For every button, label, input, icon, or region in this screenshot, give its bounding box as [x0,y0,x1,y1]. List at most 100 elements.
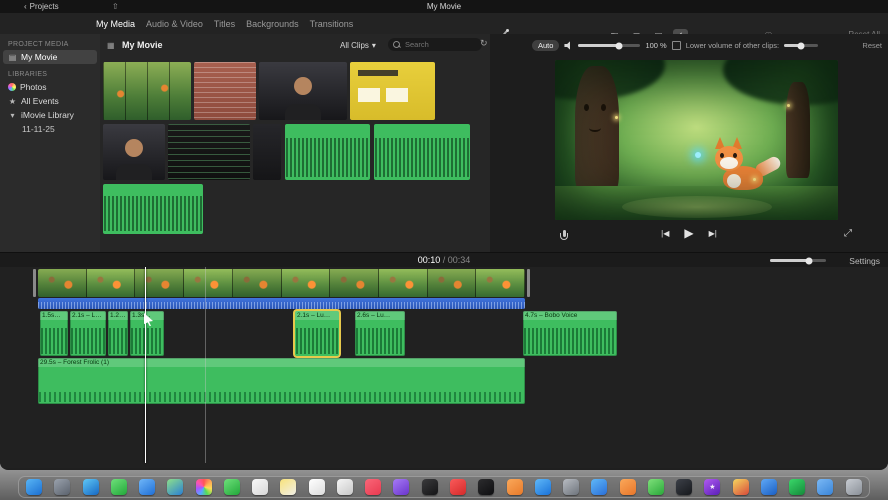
volume-slider[interactable] [578,42,641,49]
waveform [71,328,105,354]
dock-photos-icon[interactable] [195,479,212,495]
grid-view-icon[interactable]: ▦ [107,41,115,50]
dock-notes-icon[interactable] [280,479,297,495]
tab-my-media[interactable]: My Media [96,19,135,29]
libraries-header: LIBRARIES [8,71,48,78]
volume-slider-knob[interactable] [615,42,623,49]
search-input[interactable] [403,39,467,50]
dock-safari-icon[interactable] [82,479,99,495]
video-filmstrip-clip[interactable] [38,269,525,297]
timeline[interactable]: 1.5s… 2.1s – L… 1.2… 1.3s… 2.1s – Lu… 2.6s – … [0,267,888,468]
person-body [116,164,152,180]
dock-stocks-icon[interactable] [478,479,495,495]
tab-titles[interactable]: Titles [214,19,235,29]
media-thumbnail-audio[interactable] [285,124,370,180]
media-thumbnail-document[interactable] [194,62,256,120]
dock-finder-icon[interactable] [26,479,42,495]
clip-filter-dropdown[interactable]: All Clips ▾ [340,41,376,50]
volume-reset-button[interactable]: Reset [862,41,882,50]
video-preview[interactable] [555,60,838,220]
dock-imovie-icon[interactable]: ★ [704,479,721,495]
audio-clip[interactable]: 1.2… [108,311,128,356]
waveform [356,328,404,354]
sidebar-item-my-movie[interactable]: ▤ My Movie [3,50,97,64]
dock-music-icon[interactable] [365,479,382,495]
auto-volume-button[interactable]: Auto [532,40,560,51]
next-button[interactable]: ▶| [709,229,717,238]
audio-clip[interactable]: 2.1s – L… [70,311,106,356]
previous-button[interactable]: |◀ [661,229,669,238]
refresh-icon[interactable]: ↻ [480,38,488,49]
sidebar-item-imovie-library[interactable]: ▾ iMovie Library [0,108,100,122]
dock-terminal-icon[interactable] [676,479,693,495]
dock-chrome-icon[interactable] [732,479,749,495]
lower-volume-knob[interactable] [797,42,805,49]
dock-launchpad-icon[interactable] [54,479,71,495]
search-box[interactable] [388,38,482,51]
lower-volume-checkbox[interactable] [671,41,681,50]
dock-keynote-icon[interactable] [591,479,608,495]
timeline-zoom-slider[interactable] [770,257,826,264]
clip-label: 2.1s – L… [70,311,106,320]
dock-tv-icon[interactable] [421,479,438,495]
media-thumbnail-person[interactable] [259,62,347,120]
media-thumbnail-audio[interactable] [103,184,203,234]
dock-settings-icon[interactable] [563,479,580,495]
dock-folder-icon[interactable] [817,479,834,495]
sidebar-item-library-event[interactable]: 11-11-25 [0,122,100,136]
tab-strip: My Media Audio & Video Titles Background… [0,13,888,44]
sidebar-item-label: Photos [20,82,47,92]
audio-clip[interactable]: 2.6s – Lu… [355,311,405,356]
dock-mail-icon[interactable] [139,479,156,495]
music-track-clip[interactable] [38,298,525,309]
chevron-down-icon: ▾ [371,40,376,50]
media-thumbnail-audio[interactable] [374,124,470,180]
tab-transitions[interactable]: Transitions [310,19,354,29]
waveform [39,392,524,402]
dock-numbers-icon[interactable] [647,479,664,495]
audio-clip[interactable]: 1.5s… [40,311,68,356]
filmstrip-frame [476,269,525,297]
background-music-clip[interactable]: 29.5s – Forest Frolic (1) [38,358,525,404]
dock-books-icon[interactable] [506,479,523,495]
dock-facetime-icon[interactable] [223,479,240,495]
sidebar-item-photos[interactable]: Photos [0,80,100,94]
media-thumbnail-code[interactable] [168,124,250,180]
timeline-settings-button[interactable]: Settings [849,256,880,266]
dock-podcasts-icon[interactable] [393,479,410,495]
clip-label: 2.1s – Lu… [295,311,339,320]
audio-clip[interactable]: 4.7s – Bobo Voice [523,311,617,356]
dock-freeform-icon[interactable] [336,479,353,495]
dock-messages-icon[interactable] [110,479,127,495]
dock-calendar-icon[interactable] [252,479,269,495]
sidebar-item-label: 11-11-25 [22,124,55,134]
media-tabs: My Media Audio & Video Titles Background… [96,13,353,34]
filmstrip-frame [232,269,282,297]
person-body [285,104,321,120]
dock-spotify-icon[interactable] [789,479,806,495]
disclosure-chevron-icon[interactable]: ▾ [8,111,17,120]
tab-audio-video[interactable]: Audio & Video [146,19,203,29]
photos-icon [8,83,16,91]
dock-trash-icon[interactable] [845,479,862,495]
dock-reminders-icon[interactable] [308,479,325,495]
audio-clip[interactable]: 2.1s – Lu… [295,311,339,356]
dock-vscode-icon[interactable] [760,479,777,495]
dock-appstore-icon[interactable] [534,479,551,495]
dock-news-icon[interactable] [449,479,466,495]
sidebar-item-all-events[interactable]: ★ All Events [0,94,100,108]
zoom-knob[interactable] [805,257,813,264]
clip-label: 4.7s – Bobo Voice [523,311,617,320]
dock-pages-icon[interactable] [619,479,636,495]
dock-maps-icon[interactable] [167,479,184,495]
waveform [286,137,369,177]
media-thumbnail-dark[interactable] [253,124,281,180]
tab-backgrounds[interactable]: Backgrounds [246,19,299,29]
media-thumbnail-filmstrip[interactable] [103,62,191,120]
play-button[interactable]: ▶ [684,226,693,240]
lower-volume-slider[interactable] [784,42,819,49]
media-thumbnail-cards[interactable] [350,62,435,120]
fullscreen-icon[interactable]: ⤢ [844,228,852,239]
playhead[interactable] [145,267,146,463]
media-thumbnail-person[interactable] [103,124,165,180]
